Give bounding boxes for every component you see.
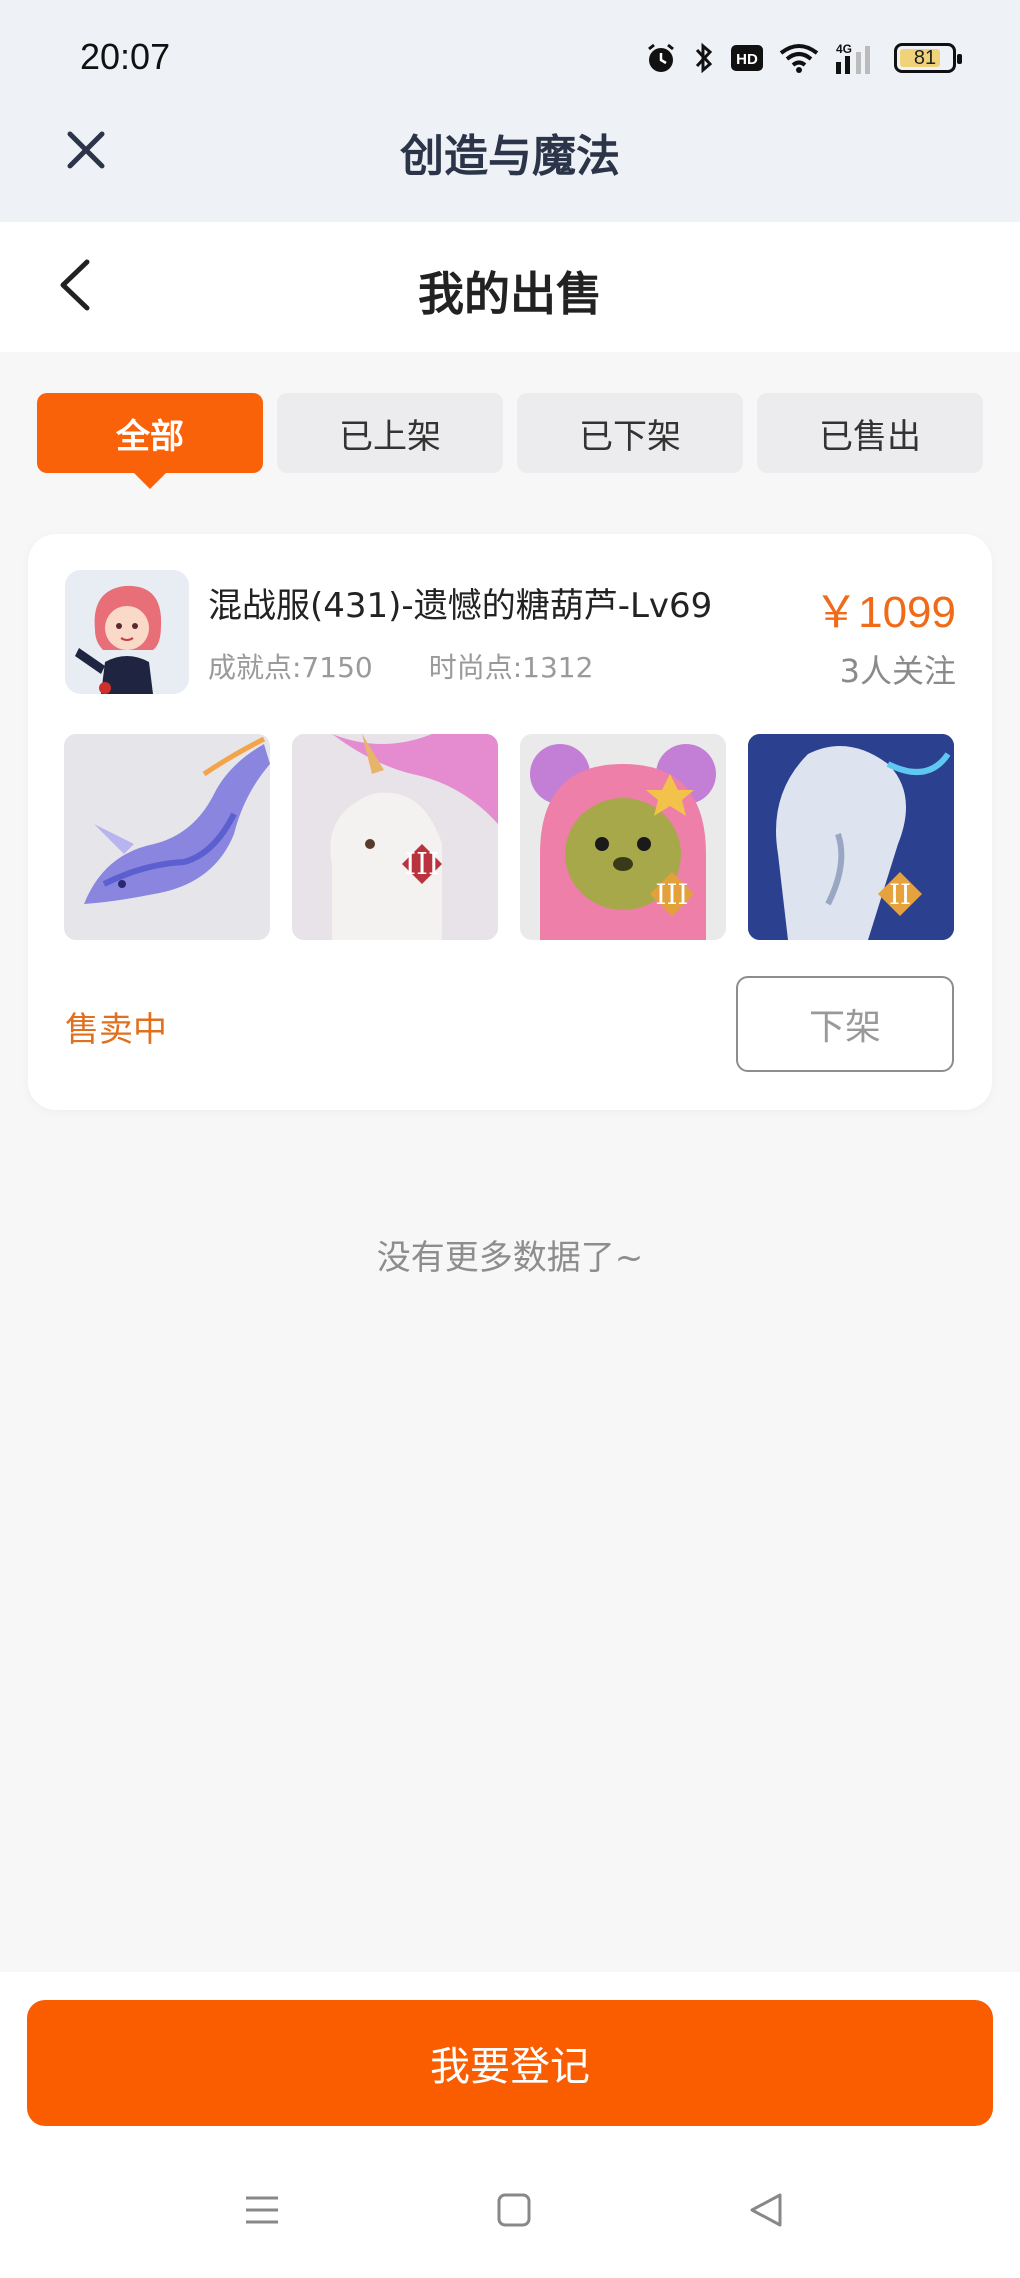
achievement-points: 成就点:7150 xyxy=(208,651,373,684)
app-header: 创造与魔法 xyxy=(0,110,1020,222)
home-square-icon xyxy=(494,2190,534,2234)
delist-button[interactable]: 下架 xyxy=(736,976,954,1072)
ice-dragon-tier: II xyxy=(889,878,911,911)
nav-menu-button[interactable] xyxy=(232,2182,292,2242)
unicorn-tier: III xyxy=(404,847,440,882)
page-title: 我的出售 xyxy=(418,267,602,321)
nav-back-button[interactable] xyxy=(736,2182,796,2242)
wifi-icon xyxy=(778,41,820,75)
tab-sold[interactable]: 已售出 xyxy=(757,393,983,473)
alarm-icon xyxy=(644,41,678,75)
network-label: 4G xyxy=(836,42,852,56)
battery-icon: 81 xyxy=(894,43,962,73)
fashion-points: 时尚点:1312 xyxy=(428,651,594,684)
tab-delisted[interactable]: 已下架 xyxy=(517,393,743,473)
filter-tabs: 全部 已上架 已下架 已售出 xyxy=(37,393,983,489)
top-area: 20:07 HD 4G 81 创造与魔法 xyxy=(0,0,1020,222)
thumbnail-ice-dragon[interactable]: II xyxy=(748,734,954,940)
back-triangle-icon xyxy=(746,2190,786,2234)
thumbnail-blue-dragon[interactable] xyxy=(64,734,270,940)
status-bar: 20:07 HD 4G 81 xyxy=(0,0,1020,118)
system-nav-bar xyxy=(0,2182,1020,2262)
status-time: 20:07 xyxy=(80,36,171,77)
menu-icon xyxy=(242,2190,282,2234)
listing-price: ￥1099 xyxy=(814,588,956,637)
nav-home-button[interactable] xyxy=(484,2182,544,2242)
status-icons: HD 4G 81 xyxy=(644,38,962,78)
thumbnail-pink-bear[interactable]: III xyxy=(520,734,726,940)
listing-card[interactable]: 混战服(431)-遗憾的糖葫芦-Lv69 成就点:7150 时尚点:1312 ￥… xyxy=(28,534,992,1110)
thumbnail-unicorn[interactable]: III xyxy=(292,734,498,940)
bluetooth-icon xyxy=(692,41,716,75)
hd-label: HD xyxy=(736,51,758,68)
bottom-area: 我要登记 xyxy=(0,1972,1020,2278)
pink-bear-tier: III xyxy=(655,878,688,911)
cellular-signal-icon: 4G xyxy=(834,40,880,76)
page-header: 我的出售 xyxy=(0,222,1020,352)
tab-listed[interactable]: 已上架 xyxy=(277,393,503,473)
listing-stats: 成就点:7150 时尚点:1312 xyxy=(208,646,593,686)
no-more-data-text: 没有更多数据了~ xyxy=(376,1238,644,1278)
item-thumbnails: III III II xyxy=(64,734,956,940)
battery-level: 81 xyxy=(913,46,937,69)
follower-count: 3人关注 xyxy=(839,652,956,690)
listing-status: 售卖中 xyxy=(65,1010,167,1050)
app-title: 创造与魔法 xyxy=(400,131,620,182)
register-button[interactable]: 我要登记 xyxy=(27,2000,993,2126)
listing-name: 混战服(431)-遗憾的糖葫芦-Lv69 xyxy=(208,586,713,626)
tab-all[interactable]: 全部 xyxy=(37,393,263,489)
hd-icon: HD xyxy=(730,43,764,73)
character-avatar xyxy=(65,570,189,694)
